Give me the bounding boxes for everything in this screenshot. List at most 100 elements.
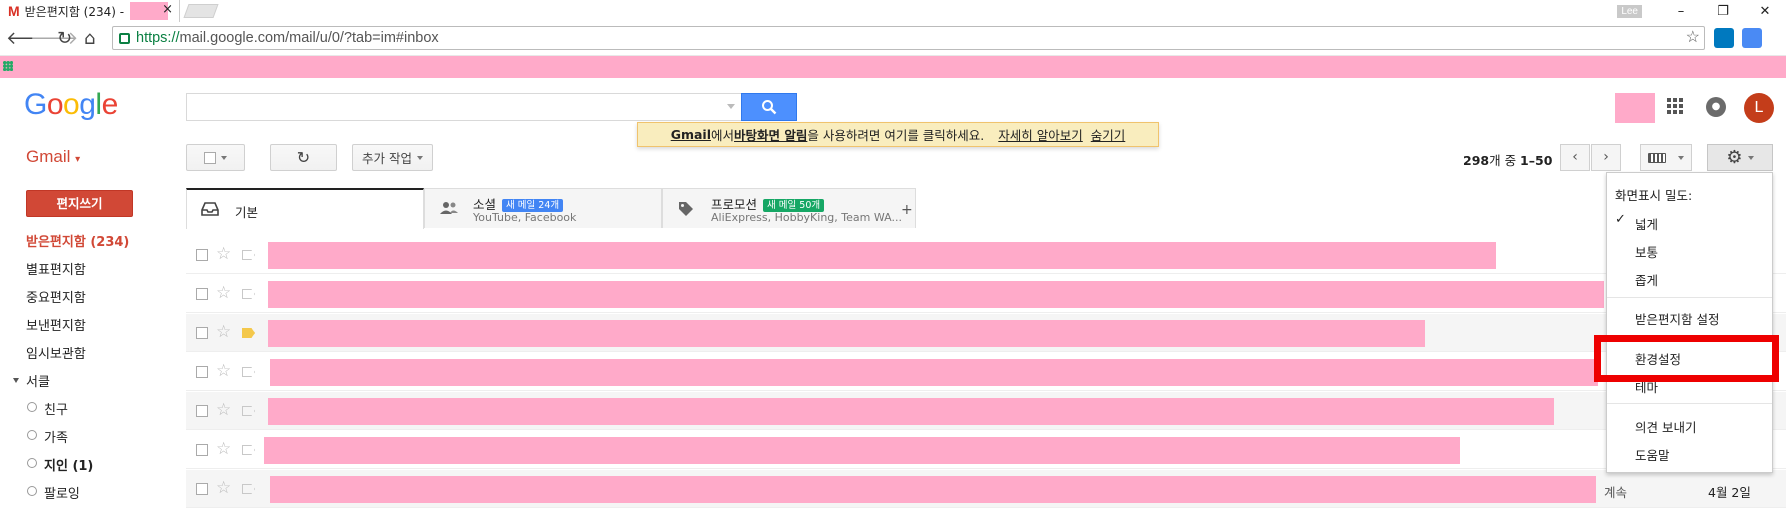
pagination-info[interactable]: 298개 중 1–50 — [1463, 150, 1552, 169]
home-icon[interactable]: ⌂ — [84, 28, 95, 50]
table-row[interactable]: ☆ — [186, 236, 1786, 274]
chevron-down-icon — [221, 155, 227, 160]
menu-item-inbox-settings[interactable]: 받은편지함 설정 — [1635, 309, 1719, 328]
category-tabs: 기본 소셜 새 메일 24개 YouTube, Facebook 프로모션 새 메일… — [186, 188, 916, 229]
settings-highlight-box — [1594, 335, 1779, 382]
importance-marker-icon[interactable] — [242, 484, 255, 494]
row-checkbox[interactable] — [196, 327, 208, 339]
checkmark-icon: ✓ — [1615, 212, 1626, 227]
tab-primary[interactable]: 기본 — [186, 188, 424, 229]
hide-link[interactable]: 숨기기 — [1091, 125, 1126, 144]
importance-marker-icon[interactable] — [242, 367, 255, 377]
gmail-menu-label[interactable]: Gmail ▾ — [26, 147, 80, 167]
redacted-block — [1615, 93, 1655, 123]
search-button[interactable] — [741, 93, 797, 121]
add-tab-icon[interactable]: + — [901, 202, 913, 218]
table-row[interactable]: ☆ 계속 4월 2일 — [186, 470, 1786, 508]
tab-close-icon[interactable]: × — [162, 2, 173, 17]
star-icon[interactable]: ☆ — [216, 439, 231, 459]
learn-more-link[interactable]: 자세히 알아보기 — [998, 125, 1082, 144]
trello-extension-icon[interactable] — [1714, 28, 1734, 48]
sidebar-item-sent[interactable]: 보낸편지함 — [26, 315, 86, 334]
star-icon[interactable]: ☆ — [216, 478, 231, 498]
notice-gmail-link[interactable]: Gmail — [671, 127, 711, 142]
google-logo[interactable]: Google — [24, 88, 118, 122]
row-checkbox[interactable] — [196, 249, 208, 261]
menu-divider — [1607, 297, 1772, 298]
tab-promotions-senders: AliExpress, HobbyKing, Team WA... — [711, 211, 901, 224]
menu-item-help[interactable]: 도움말 — [1635, 445, 1670, 464]
sidebar-item-acquaintances[interactable]: 지인 (1) — [44, 455, 93, 474]
row-checkbox[interactable] — [196, 366, 208, 378]
sidebar-item-following[interactable]: 팔로잉 — [44, 483, 80, 502]
importance-marker-icon[interactable] — [242, 328, 255, 338]
table-row[interactable]: ☆ — [186, 275, 1786, 313]
apps-grid-icon[interactable] — [1667, 98, 1683, 114]
keyboard-icon — [1648, 152, 1666, 163]
settings-dropdown-menu: 화면표시 밀도: ✓ 넓게 보통 좁게 받은편지함 설정 환경설정 테마 의견 … — [1606, 172, 1773, 473]
window-close-button[interactable]: ✕ — [1744, 4, 1786, 19]
importance-marker-icon[interactable] — [242, 289, 255, 299]
importance-marker-icon[interactable] — [242, 250, 255, 260]
more-actions-button[interactable]: 추가 작업 — [352, 144, 433, 171]
menu-item-compact[interactable]: 좁게 — [1635, 270, 1658, 289]
new-tab-button[interactable] — [183, 4, 219, 18]
sidebar-item-inbox[interactable]: 받은편지함 (234) — [26, 231, 129, 250]
sidebar-item-important[interactable]: 중요편지함 — [26, 287, 86, 306]
importance-marker-icon[interactable] — [242, 445, 255, 455]
browser-tab-gmail[interactable]: M 받은편지함 (234) - × — [0, 0, 180, 22]
tab-social[interactable]: 소셜 새 메일 24개 YouTube, Facebook — [424, 188, 662, 228]
sidebar-item-circles[interactable]: 서클 — [26, 371, 50, 390]
compose-button[interactable]: 편지쓰기 — [26, 190, 133, 217]
sidebar-item-starred[interactable]: 별표편지함 — [26, 259, 86, 278]
star-icon[interactable]: ☆ — [216, 283, 231, 303]
sidebar-item-family[interactable]: 가족 — [44, 427, 68, 446]
menu-item-comfortable[interactable]: 넓게 — [1635, 214, 1658, 233]
notice-desktop-alert-link[interactable]: 바탕화면 알림 — [734, 125, 807, 144]
search-input[interactable] — [186, 93, 741, 121]
input-tools-button[interactable] — [1640, 144, 1692, 171]
browser-tab-bar: M 받은편지함 (234) - × Lee – ❐ ✕ — [0, 0, 1786, 22]
tab-promotions[interactable]: 프로모션 새 메일 50개 AliExpress, HobbyKing, Team… — [662, 188, 916, 228]
row-checkbox[interactable] — [196, 288, 208, 300]
reload-icon[interactable]: ↻ — [57, 28, 72, 50]
star-icon[interactable]: ☆ — [216, 322, 231, 342]
importance-marker-icon[interactable] — [242, 406, 255, 416]
redacted-block — [268, 320, 1425, 347]
row-checkbox[interactable] — [196, 483, 208, 495]
translate-extension-icon[interactable] — [1742, 28, 1762, 48]
minimize-button[interactable]: – — [1660, 4, 1702, 19]
bookmarks-bar-redacted — [0, 56, 1786, 78]
select-all-checkbox[interactable] — [186, 144, 245, 171]
menu-item-send-feedback[interactable]: 의견 보내기 — [1635, 417, 1696, 436]
older-page-button[interactable]: › — [1591, 144, 1621, 171]
newer-page-button[interactable]: ‹ — [1560, 144, 1590, 171]
avatar[interactable]: L — [1744, 93, 1774, 123]
apps-shortcut-icon[interactable] — [3, 61, 13, 71]
star-icon[interactable]: ☆ — [216, 400, 231, 420]
menu-item-cozy[interactable]: 보통 — [1635, 242, 1658, 261]
expand-triangle-icon[interactable] — [13, 378, 19, 383]
refresh-button[interactable]: ↻ — [270, 144, 337, 171]
circle-label-icon — [27, 458, 37, 468]
sidebar-item-friends[interactable]: 친구 — [44, 399, 68, 418]
sidebar-item-drafts[interactable]: 임시보관함 — [26, 343, 86, 362]
maximize-button[interactable]: ❐ — [1702, 4, 1744, 19]
star-icon[interactable]: ☆ — [216, 361, 231, 381]
profile-badge[interactable]: Lee — [1617, 4, 1642, 18]
people-icon — [439, 200, 459, 219]
table-row[interactable]: ☆ — [186, 431, 1786, 469]
table-row[interactable]: ☆ — [186, 314, 1786, 352]
bookmark-star-icon[interactable]: ☆ — [1686, 27, 1700, 47]
gmail-favicon-icon: M — [8, 3, 20, 19]
table-row[interactable]: ☆ — [186, 353, 1786, 391]
row-checkbox[interactable] — [196, 444, 208, 456]
table-row[interactable]: ☆ — [186, 392, 1786, 430]
bell-icon[interactable]: ● — [1706, 97, 1726, 117]
star-icon[interactable]: ☆ — [216, 244, 231, 264]
search-options-caret-icon[interactable] — [727, 104, 735, 109]
settings-gear-button[interactable]: ⚙ — [1707, 144, 1773, 171]
row-checkbox[interactable] — [196, 405, 208, 417]
circle-label-icon — [27, 486, 37, 496]
address-bar[interactable]: https://mail.google.com/mail/u/0/?tab=im… — [112, 26, 1705, 50]
